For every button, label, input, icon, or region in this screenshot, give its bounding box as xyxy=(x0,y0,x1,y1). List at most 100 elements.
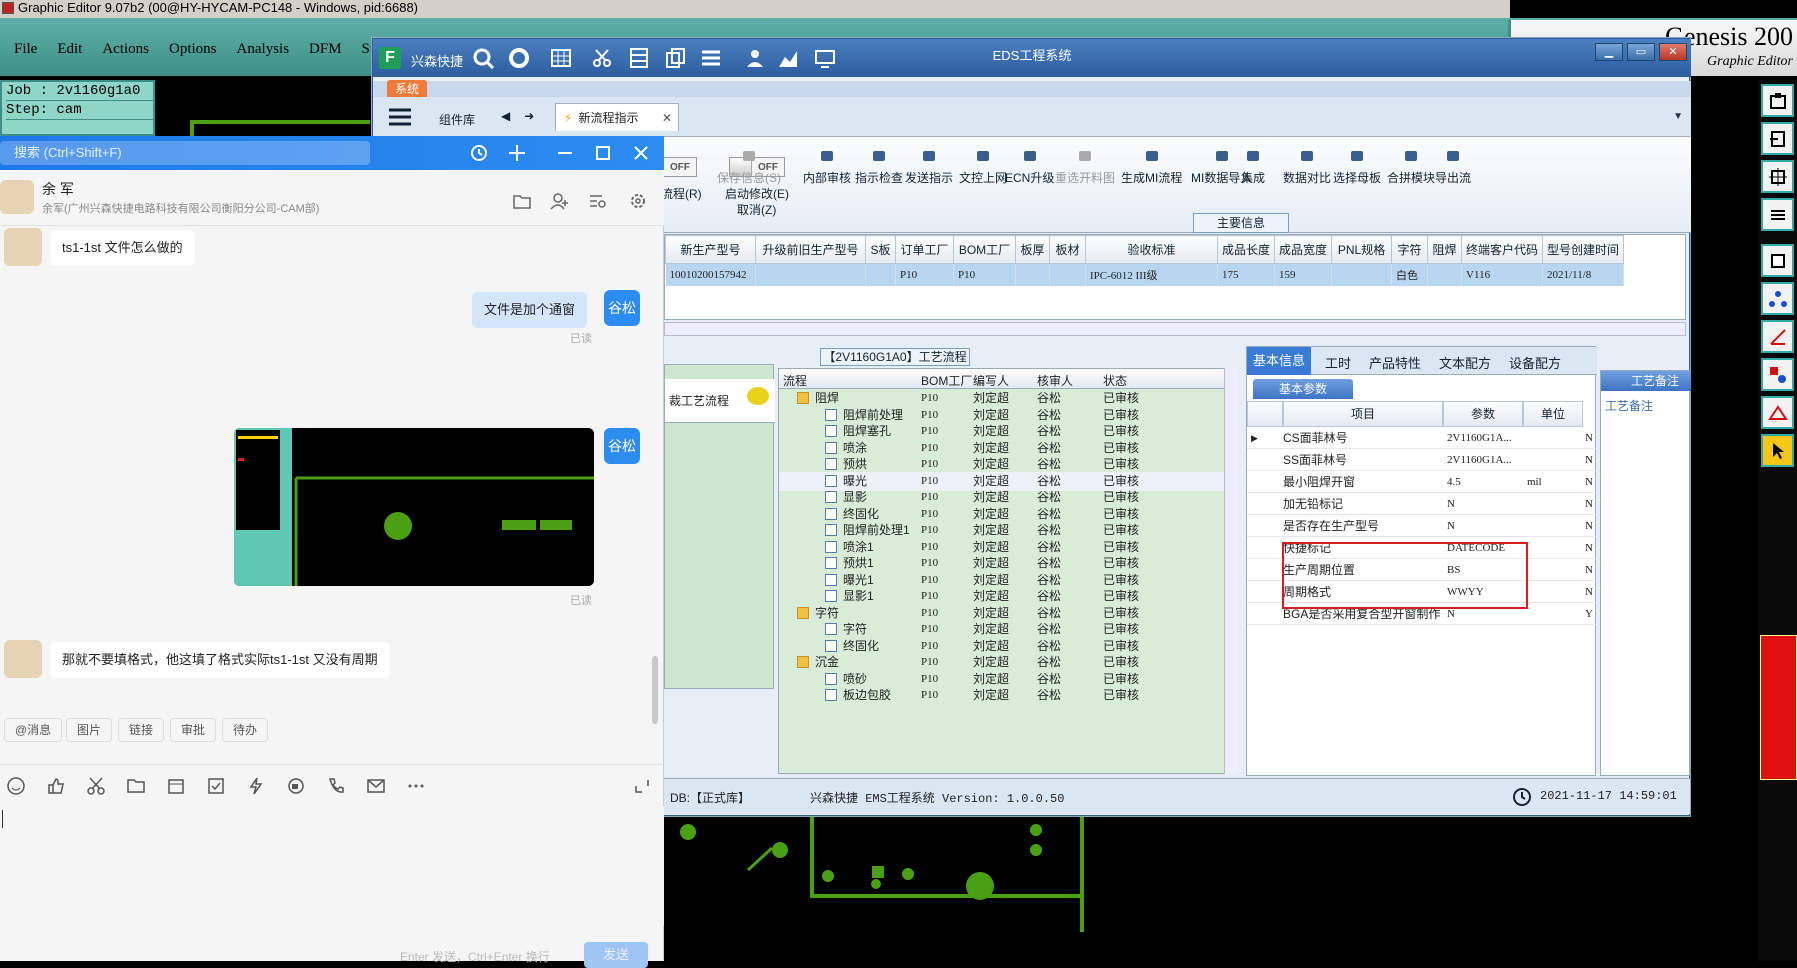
tab-work-hours[interactable]: 工时 xyxy=(1325,353,1351,372)
tab-text-recipe[interactable]: 文本配方 xyxy=(1439,353,1491,372)
tool-fit-icon[interactable] xyxy=(1761,160,1794,193)
param-row[interactable]: 最小阻焊开窗 4.5 mil N xyxy=(1247,471,1597,493)
avatar[interactable] xyxy=(4,228,42,266)
add-member-icon[interactable] xyxy=(550,192,570,210)
ribbon-button[interactable]: 保存信息(S) xyxy=(717,149,781,186)
grid-col-header[interactable]: 新生产型号 xyxy=(665,235,756,264)
param-row[interactable]: 加无铅标记 N N xyxy=(1247,493,1597,515)
grid-col-header[interactable]: 验收标准 xyxy=(1085,235,1218,264)
ribbon-button[interactable]: 重选开料图 xyxy=(1055,149,1115,186)
maximize-button[interactable]: ▭ xyxy=(1627,43,1655,61)
quick-approval[interactable]: 审批 xyxy=(170,718,217,742)
param-row[interactable]: 是否存在生产型号 N N xyxy=(1247,515,1597,537)
grid-cell[interactable]: 2021/11/8 xyxy=(1542,263,1625,286)
ribbon-button[interactable]: 集成 xyxy=(1241,149,1265,186)
grid-cell[interactable]: 白色 xyxy=(1391,263,1429,286)
grid-col-header[interactable]: S板 xyxy=(865,235,896,264)
history-icon[interactable] xyxy=(468,142,490,164)
grid-cell[interactable] xyxy=(1049,263,1086,286)
tool-layers-icon[interactable] xyxy=(1761,198,1794,231)
tree-row[interactable]: 板边包胶 P10 刘定超 谷松 已审核 xyxy=(779,686,1227,705)
my-avatar[interactable]: 谷松 xyxy=(604,428,640,464)
tool-exit-icon[interactable] xyxy=(1761,122,1794,155)
menu-actions[interactable]: Actions xyxy=(92,41,159,58)
lightning-icon[interactable] xyxy=(246,776,266,796)
grid-col-header[interactable]: 升级前旧生产型号 xyxy=(755,235,866,264)
menu-edit[interactable]: Edit xyxy=(47,41,92,58)
tool-line-icon[interactable] xyxy=(1761,320,1794,353)
grid-col-header[interactable]: 板材 xyxy=(1049,235,1086,264)
quick-link[interactable]: 链接 xyxy=(118,718,165,742)
process-left-label[interactable]: 裁工艺流程 xyxy=(665,379,775,423)
ribbon-button[interactable]: 发送指示 xyxy=(905,149,953,186)
param-value[interactable]: 4.5 xyxy=(1447,471,1461,493)
tab-system[interactable]: 系统 xyxy=(387,80,427,98)
grid-cell[interactable]: 159 xyxy=(1274,263,1333,286)
expand-icon[interactable] xyxy=(632,776,652,796)
param-value[interactable]: N xyxy=(1447,493,1455,515)
chat-scrollbar[interactable] xyxy=(652,656,658,724)
tool-measure-icon[interactable] xyxy=(1761,396,1794,429)
calendar-icon[interactable] xyxy=(166,776,186,796)
video-call-icon[interactable] xyxy=(286,776,306,796)
grid-cell[interactable]: 10010200157942 xyxy=(665,263,756,286)
search-history-icon[interactable] xyxy=(588,192,608,210)
tab-basic-info[interactable]: 基本信息 xyxy=(1247,347,1312,375)
tool-open-icon[interactable] xyxy=(1761,84,1794,117)
scissors-icon[interactable] xyxy=(86,776,106,796)
quick-mention[interactable]: @消息 xyxy=(4,718,63,742)
my-avatar[interactable]: 谷松 xyxy=(604,290,640,326)
ribbon-button[interactable]: 合拼模块 xyxy=(1387,149,1435,186)
ribbon-button[interactable]: 内部审核 xyxy=(803,149,851,186)
close-tab-icon[interactable]: ✕ xyxy=(662,111,672,125)
grid-col-header[interactable]: BOM工厂 xyxy=(953,235,1016,264)
grid-col-header[interactable]: 成品长度 xyxy=(1216,235,1276,264)
minimize-button[interactable]: ▁ xyxy=(1595,43,1623,61)
menu-options[interactable]: Options xyxy=(159,41,227,58)
grid-col-header[interactable]: 型号创建时间 xyxy=(1542,235,1625,264)
component-library-label[interactable]: 组件库 xyxy=(439,111,475,128)
param-row[interactable]: ▶ CS面菲林号 2V1160G1A... N xyxy=(1247,427,1597,449)
grid-col-header[interactable]: PNL规格 xyxy=(1331,235,1393,264)
grid-col-header[interactable]: 字符 xyxy=(1391,235,1429,264)
send-button[interactable]: 发送 xyxy=(584,942,648,968)
emoji-icon[interactable] xyxy=(6,776,26,796)
grid-cell[interactable] xyxy=(865,263,896,286)
folder-add-icon[interactable] xyxy=(126,776,146,796)
menu-dfm[interactable]: DFM xyxy=(299,41,352,58)
param-row[interactable]: SS面菲林号 2V1160G1A... N xyxy=(1247,449,1597,471)
grid-cell[interactable] xyxy=(755,263,866,286)
param-value[interactable]: N xyxy=(1447,515,1455,537)
search-input[interactable]: 搜索 (Ctrl+Shift+F) xyxy=(0,141,370,165)
tab-new-process[interactable]: ⚡ 新流程指示 ✕ xyxy=(555,103,679,131)
message-image[interactable] xyxy=(234,428,594,586)
grid-cell[interactable] xyxy=(1331,263,1393,286)
thumbs-up-icon[interactable] xyxy=(46,776,66,796)
minimize-icon[interactable] xyxy=(554,142,576,164)
param-value[interactable]: 2V1160G1A... xyxy=(1447,449,1512,471)
basic-params-subtab[interactable]: 基本参数 xyxy=(1253,379,1353,399)
ribbon-button[interactable]: 导出流 xyxy=(1435,149,1471,186)
more-icon[interactable] xyxy=(406,776,426,796)
process-tree-vscroll[interactable] xyxy=(1224,368,1238,774)
hamburger-icon[interactable] xyxy=(387,105,413,129)
close-icon[interactable] xyxy=(630,142,652,164)
grid-col-header[interactable]: 订单工厂 xyxy=(895,235,954,264)
ribbon-button[interactable]: 指示检查 xyxy=(855,149,903,186)
quick-todo[interactable]: 待办 xyxy=(222,718,269,742)
grid-cell[interactable]: P10 xyxy=(895,263,954,286)
ribbon-button[interactable]: ECN升级 xyxy=(1005,149,1054,186)
tool-select-icon[interactable] xyxy=(1761,434,1794,467)
main-grid-hscroll[interactable] xyxy=(664,322,1686,336)
task-icon[interactable] xyxy=(206,776,226,796)
chevron-down-icon[interactable]: ▼ xyxy=(1673,111,1683,122)
main-info-row[interactable]: 10010200157942 P10 P10 IPC-6012 III级 175 159 白… xyxy=(665,263,1625,286)
add-icon[interactable] xyxy=(506,142,528,164)
contact-avatar[interactable] xyxy=(0,180,34,214)
tool-square-icon[interactable] xyxy=(1761,244,1794,277)
menu-analysis[interactable]: Analysis xyxy=(227,41,300,58)
grid-cell[interactable]: V116 xyxy=(1461,263,1544,286)
message-input[interactable] xyxy=(0,806,664,926)
ribbon-button[interactable]: 文控上网 xyxy=(959,149,1007,186)
grid-col-header[interactable]: 终端客户代码 xyxy=(1461,235,1544,264)
